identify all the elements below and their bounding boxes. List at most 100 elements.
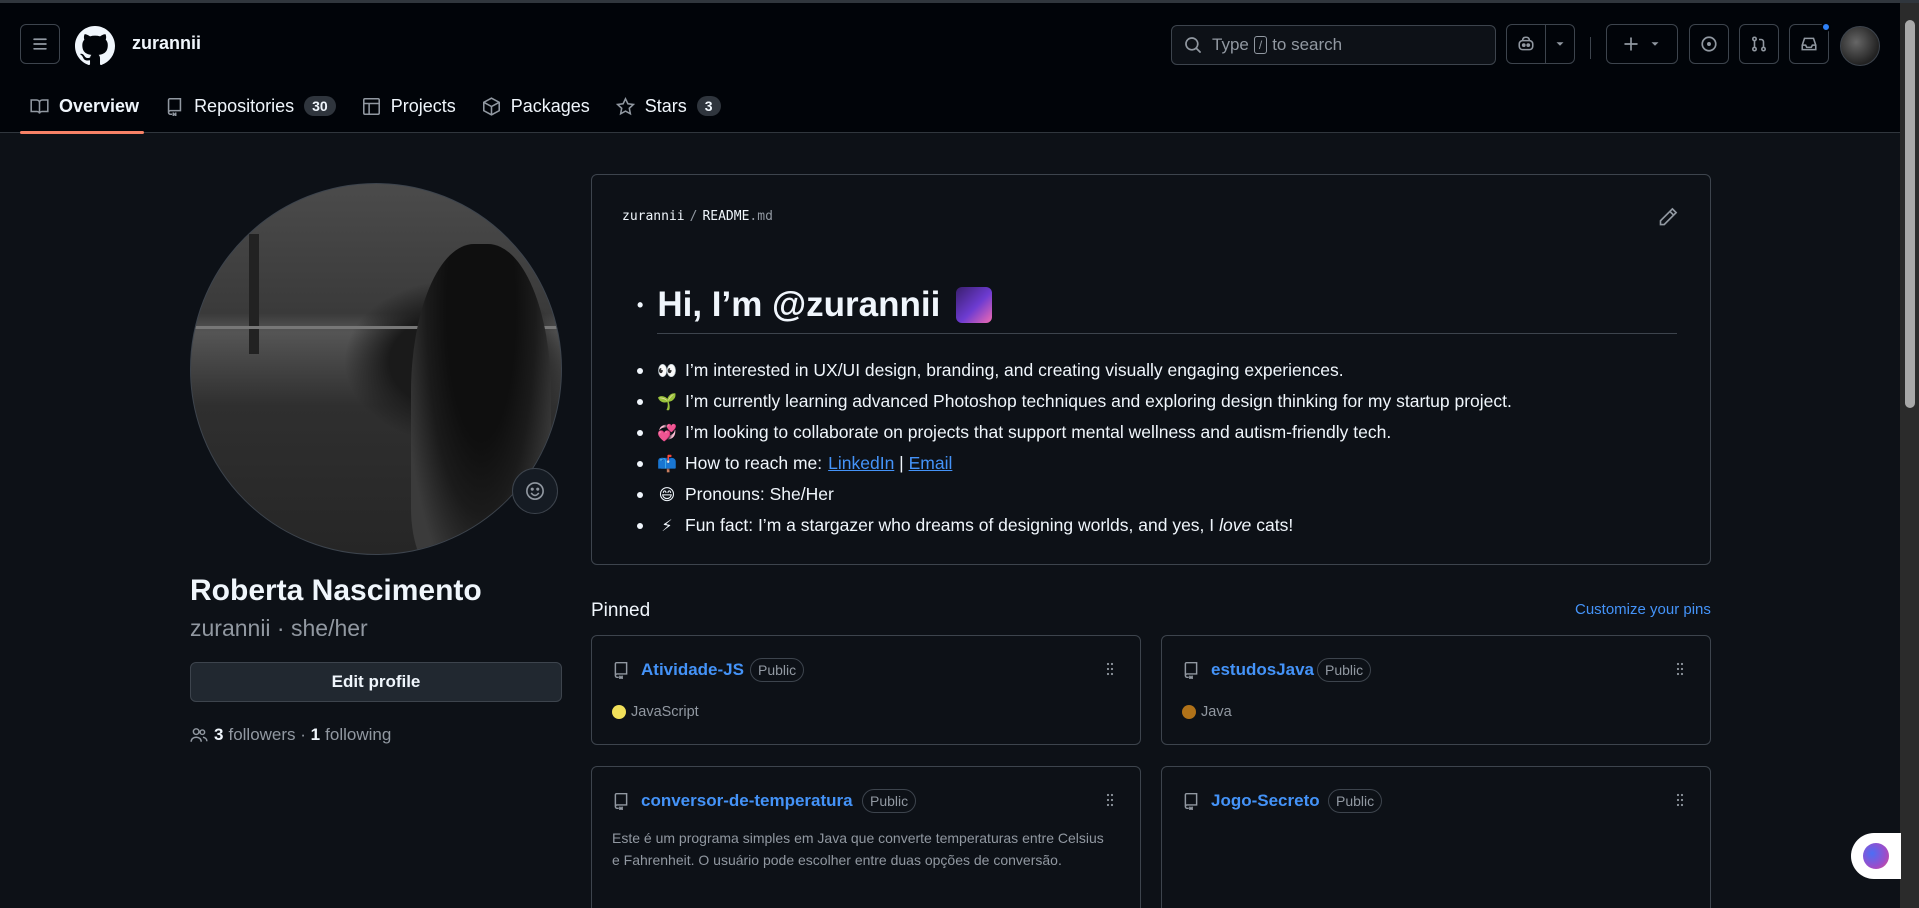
repo-name-link[interactable]: Atividade-JS	[641, 660, 744, 680]
grabber-icon[interactable]	[1102, 792, 1118, 808]
tab-repositories-label: Repositories	[194, 95, 295, 116]
seedling-emoji-icon: 🌱	[657, 393, 677, 411]
smile-emoji-icon: 😄	[658, 486, 676, 504]
search-input[interactable]: Type / to search	[1171, 25, 1496, 65]
issue-opened-icon	[1701, 36, 1717, 52]
list-item: 🌱 I’m currently learning advanced Photosh…	[637, 386, 1512, 417]
global-header: zurannii Type / to search Overview Repos…	[0, 3, 1900, 134]
followers-label: followers	[228, 725, 296, 744]
grabber-icon[interactable]	[1672, 661, 1688, 677]
table-icon	[362, 97, 380, 115]
email-link[interactable]: Email	[909, 453, 953, 474]
language-name: JavaScript	[631, 704, 699, 720]
avatar-photo-detail	[249, 234, 259, 354]
edit-profile-button[interactable]: Edit profile	[190, 662, 562, 702]
shooting-star-emoji-icon	[956, 287, 993, 323]
package-icon	[482, 96, 500, 116]
triangle-down-icon	[1556, 42, 1564, 46]
github-logo-icon[interactable]	[75, 26, 115, 66]
visibility-badge: Public	[1317, 658, 1372, 682]
list-item: 📫 How to reach me: LinkedIn | Email	[637, 448, 1512, 479]
heading-divider	[657, 333, 1677, 334]
user-avatar-menu[interactable]	[1840, 26, 1880, 66]
search-shortcut-key: /	[1253, 36, 1268, 54]
scrollbar-thumb[interactable]	[1905, 20, 1915, 408]
tab-overview[interactable]: Overview	[20, 86, 149, 126]
tab-stars-label: Stars	[644, 95, 687, 116]
list-item-text: I’m looking to collaborate on projects t…	[685, 422, 1392, 442]
list-item-text: Fun fact: I’m a stargazer who dreams of …	[685, 515, 1215, 535]
link-separator: |	[894, 453, 909, 473]
customize-pins-link[interactable]: Customize your pins	[1575, 601, 1711, 618]
readme-path: zurannii / README.md	[622, 209, 773, 224]
list-item: 👀 I’m interested in UX/UI design, brandin…	[637, 355, 1512, 386]
bullet-dot	[637, 491, 643, 498]
list-item-text: I’m currently learning advanced Photosho…	[685, 391, 1512, 411]
profile-readme-card: zurannii / README.md • Hi, I’m @zurannii 👀…	[591, 174, 1711, 565]
bullet-dot	[637, 429, 643, 436]
create-new-button[interactable]	[1606, 24, 1678, 64]
repo-icon	[167, 97, 182, 116]
tab-stars[interactable]: Stars 3	[606, 86, 731, 126]
set-status-button[interactable]	[512, 468, 558, 514]
repo-name-link[interactable]: estudosJava	[1211, 660, 1314, 680]
pencil-icon[interactable]	[1658, 207, 1678, 227]
assistant-extension-button[interactable]	[1851, 833, 1901, 879]
pull-requests-button[interactable]	[1739, 24, 1779, 64]
heading-bullet: •	[637, 294, 644, 315]
followers-count: 3	[214, 725, 224, 744]
repo-icon	[614, 792, 628, 810]
copilot-dropdown-button[interactable]	[1545, 24, 1575, 64]
repo-name-link[interactable]: conversor-de-temperatura	[641, 791, 853, 811]
language-color-dot	[1182, 705, 1196, 719]
hearts-emoji-icon: 💞️	[657, 424, 677, 442]
plus-icon	[1624, 37, 1638, 51]
following-label: following	[325, 725, 392, 744]
readme-list: 👀 I’m interested in UX/UI design, brandin…	[637, 355, 1512, 541]
search-placeholder-prefix: Type	[1212, 35, 1249, 54]
tab-packages[interactable]: Packages	[472, 86, 600, 126]
repositories-count-badge: 30	[304, 96, 336, 116]
copilot-button[interactable]	[1506, 24, 1546, 64]
profile-owner-link[interactable]: zurannii	[132, 33, 201, 54]
tab-projects[interactable]: Projects	[352, 86, 466, 126]
git-pull-request-icon	[1752, 36, 1766, 52]
following-count: 1	[310, 725, 321, 744]
readme-heading-text: Hi, I’m @zurannii	[657, 285, 941, 324]
star-icon	[615, 96, 635, 115]
grabber-icon[interactable]	[1102, 661, 1118, 677]
readme-heading: • Hi, I’m @zurannii	[637, 285, 993, 325]
list-item-text: Pronouns: She/Her	[685, 484, 834, 504]
tab-repositories[interactable]: Repositories 30	[155, 86, 346, 126]
repo-icon	[1184, 661, 1198, 679]
mailbox-emoji-icon: 📫	[657, 455, 677, 473]
readme-path-file[interactable]: README	[702, 209, 749, 224]
eyes-emoji-icon: 👀	[657, 362, 677, 380]
tab-projects-label: Projects	[390, 95, 456, 116]
pinned-section-title: Pinned	[591, 600, 651, 621]
bullet-dot	[637, 398, 643, 405]
follow-separator: ·	[295, 725, 311, 744]
book-icon	[30, 98, 49, 114]
linkedin-link[interactable]: LinkedIn	[828, 453, 894, 474]
followers-link[interactable]: 3 followers	[214, 725, 296, 745]
readme-path-ext: .md	[749, 209, 773, 224]
people-icon	[190, 728, 208, 742]
issues-button[interactable]	[1689, 24, 1729, 64]
pinned-repo-card: Jogo-Secreto Public	[1161, 766, 1711, 908]
list-item-text: How to reach me:	[685, 453, 823, 473]
readme-path-owner[interactable]: zurannii	[622, 209, 685, 224]
following-link[interactable]: 1 following	[311, 725, 392, 745]
menu-button[interactable]	[20, 24, 60, 64]
repo-description: Este é um programa simples em Java que c…	[612, 830, 1104, 868]
visibility-badge: Public	[862, 789, 917, 813]
list-item-text: cats!	[1256, 515, 1294, 535]
bullet-dot	[637, 460, 643, 467]
zap-emoji-icon: ⚡	[661, 517, 673, 535]
search-icon	[1185, 37, 1201, 53]
visibility-badge: Public	[750, 658, 805, 682]
list-item-text: I’m interested in UX/UI design, branding…	[685, 360, 1344, 380]
profile-avatar[interactable]	[190, 183, 562, 555]
grabber-icon[interactable]	[1672, 792, 1688, 808]
repo-name-link[interactable]: Jogo-Secreto	[1211, 791, 1320, 811]
